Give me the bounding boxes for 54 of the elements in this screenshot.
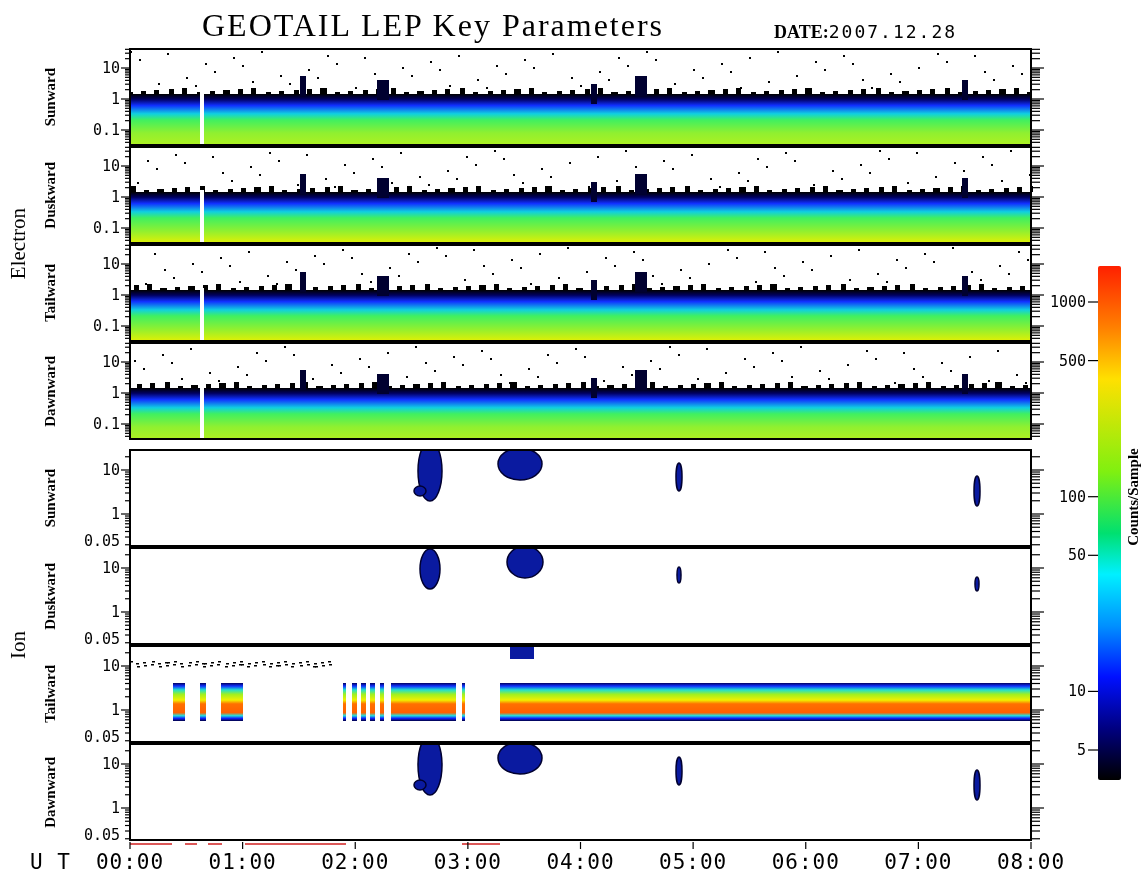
y-tick-label: 1	[110, 90, 120, 108]
y-tick-label: 1	[110, 286, 120, 304]
y-tick-label: 1	[110, 799, 120, 817]
colorbar-tick-label: 100	[1058, 487, 1086, 506]
panel-label: Duskward	[41, 562, 59, 630]
x-tick-label: 02:00	[321, 850, 390, 874]
panel-label: Duskward	[41, 161, 59, 229]
x-tick-label: 08:00	[996, 850, 1066, 874]
x-tick-label: 07:00	[884, 850, 953, 874]
axis-label: U T	[30, 850, 71, 874]
y-tick-label: 1	[110, 701, 120, 719]
y-tick-label: 1	[110, 384, 120, 402]
y-tick-label: 0.1	[92, 415, 120, 433]
y-tick-label: 1	[110, 188, 120, 206]
date-label: DATE:	[774, 22, 829, 42]
y-tick-label: 0.1	[92, 317, 120, 335]
y-tick-label: 0.05	[83, 728, 120, 743]
y-tick-label: 10	[101, 559, 120, 577]
date-value: 2007.12.28	[828, 21, 958, 42]
y-tick-label: 0.05	[83, 826, 120, 841]
y-tick-label: 10	[101, 255, 120, 273]
y-tick-label: 0.05	[83, 630, 120, 645]
x-tick-label: 06:00	[771, 850, 840, 874]
panel-label: Dawnward	[41, 355, 59, 427]
y-tick-label: 10	[101, 755, 120, 773]
panel-label: Dawnward	[41, 756, 59, 828]
y-tick-label: 1	[110, 505, 120, 523]
colorbar-tick-label: 50	[1067, 546, 1086, 565]
y-tick-label: 1	[110, 603, 120, 621]
group-label: Ion	[5, 631, 31, 659]
group-label: Electron	[5, 208, 31, 280]
plot-title: GEOTAIL LEP Key Parameters	[202, 7, 665, 45]
y-tick-label: 10	[101, 461, 120, 479]
x-tick-label: 05:00	[659, 850, 728, 874]
x-tick-label: 01:00	[208, 850, 277, 874]
panel-label: Tailward	[41, 665, 59, 723]
y-tick-label: 0.1	[92, 121, 120, 139]
colorbar-title: Counts/Sample	[1125, 448, 1141, 546]
colorbar-tick-label: 500	[1058, 351, 1086, 370]
y-tick-label: 10	[101, 157, 120, 175]
x-tick-label: 03:00	[433, 850, 502, 874]
colorbar-tick-label: 1000	[1050, 293, 1086, 311]
y-tick-label: 0.05	[83, 532, 120, 547]
y-tick-label: 10	[101, 353, 120, 371]
y-tick-label: 0.1	[92, 219, 120, 237]
y-tick-label: 10	[101, 657, 120, 675]
y-tick-label: 10	[101, 59, 120, 77]
colorbar-tick-label: 5	[1076, 741, 1086, 759]
x-tick-label: 00:00	[95, 850, 165, 874]
panel-label: Sunward	[41, 67, 59, 127]
panel-label: Sunward	[41, 468, 59, 528]
x-tick-label: 04:00	[546, 850, 615, 874]
panel-label: Tailward	[41, 264, 59, 322]
colorbar-tick-label: 10	[1067, 682, 1086, 701]
